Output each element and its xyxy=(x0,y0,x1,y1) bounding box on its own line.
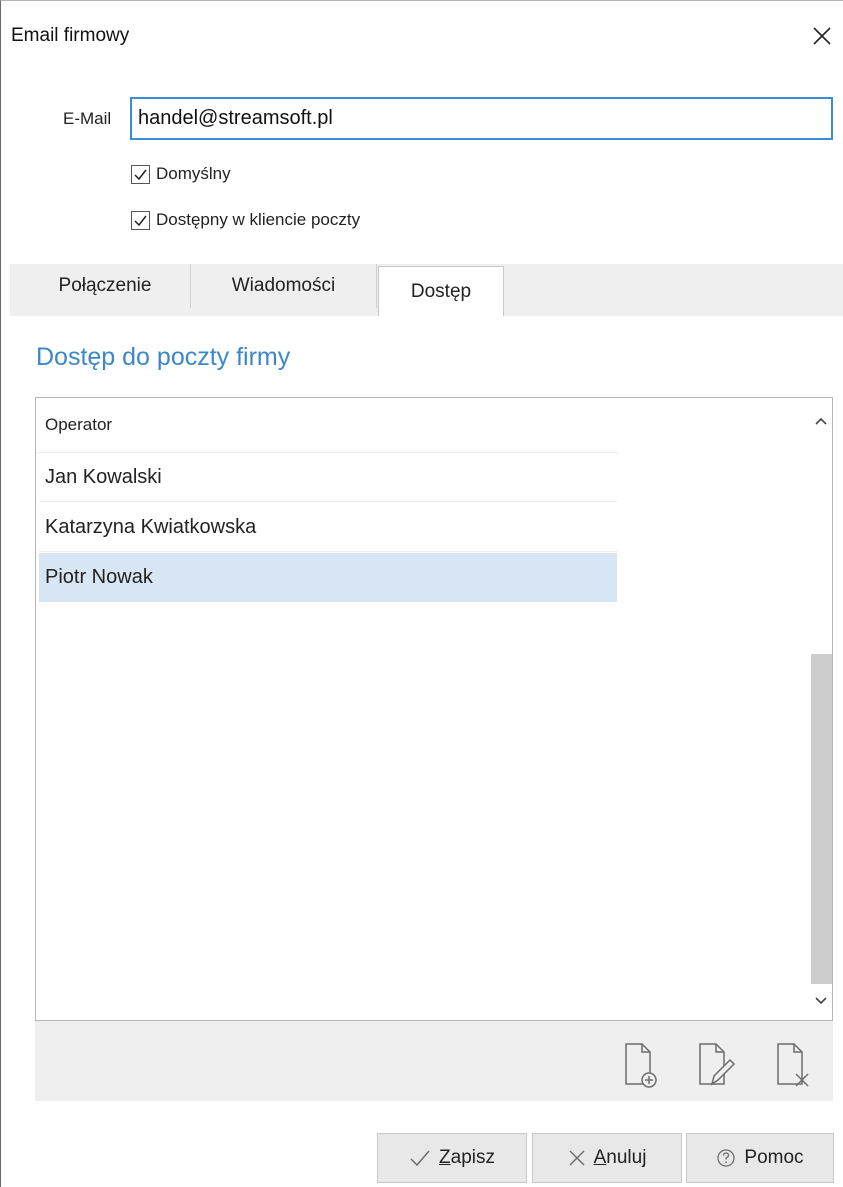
add-button[interactable] xyxy=(615,1037,665,1093)
chevron-up-icon xyxy=(814,417,827,425)
tab-access[interactable]: Dostęp xyxy=(378,266,504,316)
tab-connection-label: Połączenie xyxy=(58,275,152,296)
add-document-icon xyxy=(625,1043,657,1088)
dialog-title: Email firmowy xyxy=(11,25,130,46)
table-row-selected[interactable]: Piotr Nowak xyxy=(39,553,617,602)
title-bar: Email firmowy xyxy=(1,1,843,73)
checkbox-box xyxy=(131,210,150,230)
help-button-label: Pomoc xyxy=(744,1147,804,1168)
save-button-label: Zapisz xyxy=(439,1147,495,1168)
cancel-button-label: Anuluj xyxy=(593,1147,647,1168)
email-label: E-Mail xyxy=(63,109,112,128)
tab-strip: Połączenie Wiadomości Dostęp xyxy=(10,264,843,316)
tab-messages-label: Wiadomości xyxy=(231,275,336,296)
column-header-label: Operator xyxy=(45,415,113,434)
delete-button[interactable] xyxy=(767,1037,817,1093)
checkmark-icon xyxy=(134,169,147,180)
row-label: Katarzyna Kwiatkowska xyxy=(45,516,257,538)
close-icon xyxy=(569,1150,585,1166)
operator-grid: Operator Jan Kowalski Katarzyna Kwiatkow… xyxy=(35,397,833,1021)
mail-client-checkbox-label: Dostępny w kliencie poczty xyxy=(156,210,361,229)
checkmark-icon xyxy=(410,1150,430,1167)
chevron-down-icon xyxy=(814,997,827,1005)
checkmark-icon xyxy=(134,215,147,226)
tab-connection[interactable]: Połączenie xyxy=(20,264,191,308)
edit-document-icon xyxy=(699,1043,736,1086)
mail-client-checkbox[interactable]: Dostępny w kliencie poczty xyxy=(131,207,360,233)
tab-access-label: Dostęp xyxy=(410,280,472,302)
row-label: Jan Kowalski xyxy=(45,466,162,488)
close-button[interactable] xyxy=(807,21,837,51)
cancel-button[interactable]: Anuluj xyxy=(532,1133,682,1183)
close-icon xyxy=(813,27,831,45)
table-row[interactable]: Katarzyna Kwiatkowska xyxy=(39,503,617,552)
question-circle-icon xyxy=(717,1149,736,1167)
scroll-down-button[interactable] xyxy=(809,986,832,1016)
delete-document-icon xyxy=(777,1043,809,1087)
email-input[interactable] xyxy=(130,97,833,140)
table-row[interactable]: Jan Kowalski xyxy=(39,453,617,502)
row-label: Piotr Nowak xyxy=(45,566,153,588)
email-row: E-Mail xyxy=(1,97,843,141)
help-button[interactable]: Pomoc xyxy=(686,1133,834,1183)
save-button[interactable]: Zapisz xyxy=(377,1133,527,1183)
scroll-thumb[interactable] xyxy=(811,654,832,984)
default-checkbox-label: Domyślny xyxy=(156,164,231,183)
email-dialog: Email firmowy E-Mail Domyślny Dostępny w… xyxy=(0,0,843,1187)
scroll-up-button[interactable] xyxy=(809,406,832,436)
grid-toolbar xyxy=(35,1021,833,1101)
tab-messages[interactable]: Wiadomości xyxy=(191,264,377,308)
vertical-scrollbar[interactable] xyxy=(809,398,832,1020)
checkbox-box xyxy=(131,164,150,184)
default-checkbox[interactable]: Domyślny xyxy=(131,161,231,187)
section-title: Dostęp do poczty firmy xyxy=(36,343,291,371)
edit-button[interactable] xyxy=(691,1037,741,1093)
column-header-operator[interactable]: Operator xyxy=(36,398,618,453)
